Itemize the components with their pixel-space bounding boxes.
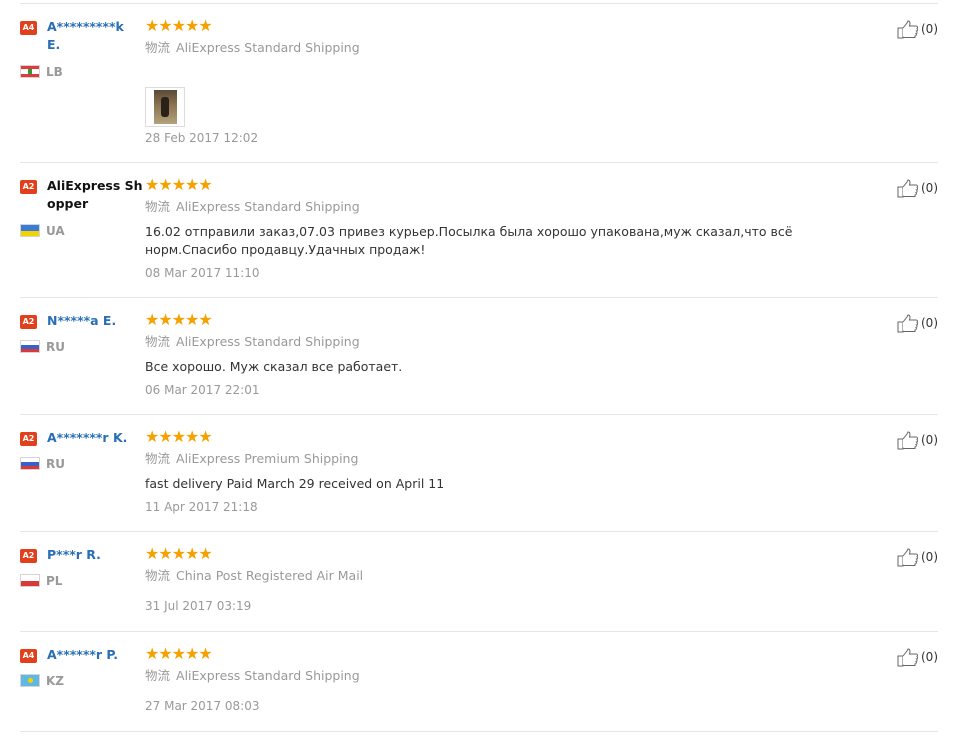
review-date: 27 Mar 2017 08:03 bbox=[145, 699, 260, 713]
review-date: 31 Jul 2017 03:19 bbox=[145, 599, 252, 613]
review-item: A4 A*********k E. LB ★★★★★ 物流 AliExpress … bbox=[20, 16, 938, 163]
thumbs-up-icon bbox=[897, 648, 919, 667]
review-date: 06 Mar 2017 22:01 bbox=[145, 383, 260, 397]
shipping-method: 物流 AliExpress Standard Shipping bbox=[145, 199, 360, 215]
star-rating: ★★★★★ bbox=[145, 310, 213, 329]
helpful-button[interactable]: (0) bbox=[897, 314, 938, 333]
shipping-method-text: China Post Registered Air Mail bbox=[176, 568, 364, 583]
shipping-method-text: AliExpress Standard Shipping bbox=[176, 40, 360, 55]
country-code: LB bbox=[46, 65, 63, 79]
star-rating: ★★★★★ bbox=[145, 175, 213, 194]
helpful-button[interactable]: (0) bbox=[897, 179, 938, 198]
thumbs-up-icon bbox=[897, 20, 919, 39]
country-code: RU bbox=[46, 457, 65, 471]
star-rating: ★★★★★ bbox=[145, 644, 213, 663]
shipping-label: 物流 bbox=[145, 451, 171, 466]
shipping-label: 物流 bbox=[145, 199, 171, 214]
review-text: fast delivery Paid March 29 received on … bbox=[145, 476, 445, 491]
review-item: A2 N*****a E. RU ★★★★★ 物流 AliExpress Stan… bbox=[20, 310, 938, 415]
country-code: PL bbox=[46, 574, 63, 588]
buyer-level-badge: A4 bbox=[20, 21, 37, 35]
helpful-button[interactable]: (0) bbox=[897, 548, 938, 567]
review-item: A2 AliExpress Shopper UA ★★★★★ 物流 AliExpr… bbox=[20, 175, 938, 298]
shipping-label: 物流 bbox=[145, 568, 171, 583]
review-item: A2 P***r R. PL ★★★★★ 物流 China Post Regist… bbox=[20, 544, 938, 632]
reviewer-name[interactable]: A******r P. bbox=[47, 646, 118, 664]
helpful-count: (0) bbox=[921, 433, 938, 447]
review-text: 16.02 отправили заказ,07.03 привез курье… bbox=[145, 224, 793, 257]
shipping-method: 物流 AliExpress Premium Shipping bbox=[145, 451, 358, 467]
review-item: A2 A*******r K. RU ★★★★★ 物流 AliExpress Pr… bbox=[20, 427, 938, 532]
review-date: 28 Feb 2017 12:02 bbox=[145, 131, 259, 145]
flag-ru-icon bbox=[20, 340, 40, 353]
flag-ru-icon bbox=[20, 457, 40, 470]
reviewer-name[interactable]: A*********k E. bbox=[47, 18, 140, 54]
review-photo bbox=[154, 90, 177, 124]
buyer-level-badge: A4 bbox=[20, 649, 37, 663]
shipping-label: 物流 bbox=[145, 668, 171, 683]
reviewer-name[interactable]: A*******r K. bbox=[47, 429, 127, 447]
thumbs-up-icon bbox=[897, 548, 919, 567]
reviewer-name: AliExpress Shopper bbox=[47, 178, 143, 211]
review-date: 08 Mar 2017 11:10 bbox=[145, 266, 260, 280]
review-date: 11 Apr 2017 21:18 bbox=[145, 500, 258, 514]
helpful-count: (0) bbox=[921, 22, 938, 36]
flag-kz-icon bbox=[20, 674, 40, 687]
review-text: Все хорошо. Муж сказал все работает. bbox=[145, 359, 403, 374]
review-photo-thumbnail[interactable] bbox=[145, 87, 185, 127]
reviewer-name[interactable]: N*****a E. bbox=[47, 312, 116, 330]
country-code: RU bbox=[46, 340, 65, 354]
shipping-method-text: AliExpress Standard Shipping bbox=[176, 334, 360, 349]
flag-ua-icon bbox=[20, 224, 40, 237]
shipping-label: 物流 bbox=[145, 334, 171, 349]
buyer-level-badge: A2 bbox=[20, 315, 37, 329]
star-rating: ★★★★★ bbox=[145, 16, 213, 35]
star-rating: ★★★★★ bbox=[145, 544, 213, 563]
buyer-level-badge: A2 bbox=[20, 180, 37, 194]
flag-lb-icon bbox=[20, 65, 40, 78]
helpful-button[interactable]: (0) bbox=[897, 431, 938, 450]
buyer-level-badge: A2 bbox=[20, 432, 37, 446]
shipping-label: 物流 bbox=[145, 40, 171, 55]
shipping-method-text: AliExpress Standard Shipping bbox=[176, 668, 360, 683]
shipping-method: 物流 AliExpress Standard Shipping bbox=[145, 334, 360, 350]
feedback-list: A4 A*********k E. LB ★★★★★ 物流 AliExpress … bbox=[0, 0, 962, 737]
helpful-button[interactable]: (0) bbox=[897, 20, 938, 39]
helpful-button[interactable]: (0) bbox=[897, 648, 938, 667]
shipping-method: 物流 China Post Registered Air Mail bbox=[145, 568, 363, 584]
star-rating: ★★★★★ bbox=[145, 427, 213, 446]
country-code: UA bbox=[46, 224, 65, 238]
flag-pl-icon bbox=[20, 574, 40, 587]
thumbs-up-icon bbox=[897, 431, 919, 450]
thumbs-up-icon bbox=[897, 314, 919, 333]
helpful-count: (0) bbox=[921, 650, 938, 664]
reviewer-name[interactable]: P***r R. bbox=[47, 546, 101, 564]
shipping-method-text: AliExpress Premium Shipping bbox=[176, 451, 359, 466]
buyer-level-badge: A2 bbox=[20, 549, 37, 563]
shipping-method-text: AliExpress Standard Shipping bbox=[176, 199, 360, 214]
top-divider bbox=[20, 3, 938, 4]
helpful-count: (0) bbox=[921, 181, 938, 195]
country-code: KZ bbox=[46, 674, 64, 688]
helpful-count: (0) bbox=[921, 550, 938, 564]
shipping-method: 物流 AliExpress Standard Shipping bbox=[145, 668, 360, 684]
thumbs-up-icon bbox=[897, 179, 919, 198]
review-item: A4 A******r P. KZ ★★★★★ 物流 AliExpress Sta… bbox=[20, 644, 938, 732]
shipping-method: 物流 AliExpress Standard Shipping bbox=[145, 40, 360, 56]
helpful-count: (0) bbox=[921, 316, 938, 330]
